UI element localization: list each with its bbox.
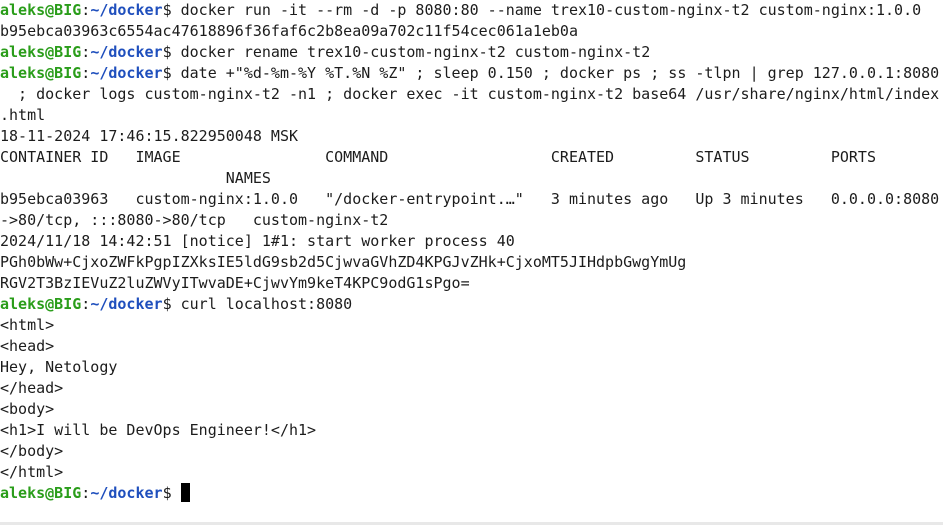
terminal-output-line: b95ebca03963 custom-nginx:1.0.0 "/docker…: [0, 189, 939, 210]
prompt-separator: :: [81, 64, 91, 82]
prompt-user-host: aleks@BIG: [0, 64, 82, 82]
prompt-symbol: $: [162, 295, 181, 313]
terminal-output-line: </head>: [0, 378, 63, 399]
output-text: <head>: [0, 337, 55, 355]
terminal-output-line: <head>: [0, 336, 54, 357]
prompt-path: ~/docker: [90, 295, 163, 313]
terminal-prompt-line: aleks@BIG:~/docker$ docker rename trex10…: [0, 42, 650, 63]
output-text: </head>: [0, 379, 64, 397]
terminal-prompt-line: aleks@BIG:~/docker$ curl localhost:8080: [0, 294, 352, 315]
terminal-prompt-line: aleks@BIG:~/docker$: [0, 483, 190, 504]
output-text: RGV2T3BzIEVuZ2luZWVyITwvaDE+CjwvYm9keT4K…: [0, 274, 470, 292]
prompt-symbol: $: [162, 484, 181, 502]
output-text: </html>: [0, 463, 64, 481]
terminal-output-line: CONTAINER ID IMAGE COMMAND CREATED STATU…: [0, 147, 876, 168]
terminal-output-line: Hey, Netology: [0, 357, 117, 378]
prompt-user-host: aleks@BIG: [0, 484, 82, 502]
output-text: ; docker logs custom-nginx-t2 -n1 ; dock…: [0, 85, 940, 103]
prompt-path: ~/docker: [90, 484, 163, 502]
prompt-path: ~/docker: [90, 43, 163, 61]
terminal-output-line: ->80/tcp, :::8080->80/tcp custom-nginx-t…: [0, 210, 388, 231]
terminal-prompt-line: aleks@BIG:~/docker$ date +"%d-%m-%Y %T.%…: [0, 63, 939, 84]
terminal-window[interactable]: aleks@BIG:~/docker$ docker run -it --rm …: [0, 0, 943, 525]
command-text: docker run -it --rm -d -p 8080:80 --name…: [180, 1, 922, 19]
output-text: <h1>I will be DevOps Engineer!</h1>: [0, 421, 317, 439]
prompt-symbol: $: [162, 64, 181, 82]
output-text: NAMES: [0, 169, 271, 187]
command-text: curl localhost:8080: [180, 295, 353, 313]
terminal-prompt-line: aleks@BIG:~/docker$ docker run -it --rm …: [0, 0, 921, 21]
prompt-separator: :: [81, 1, 91, 19]
prompt-separator: :: [81, 484, 91, 502]
prompt-user-host: aleks@BIG: [0, 1, 82, 19]
terminal-output-line: <html>: [0, 315, 54, 336]
prompt-separator: :: [81, 43, 91, 61]
terminal-output-line: 18-11-2024 17:46:15.822950048 MSK: [0, 126, 298, 147]
prompt-path: ~/docker: [90, 1, 163, 19]
output-text: b95ebca03963c6554ac47618896f36faf6c2b8ea…: [0, 22, 578, 40]
terminal-output-line: </html>: [0, 462, 63, 483]
output-text: CONTAINER ID IMAGE COMMAND CREATED STATU…: [0, 148, 876, 166]
terminal-output-line: <body>: [0, 399, 54, 420]
output-text: 2024/11/18 14:42:51 [notice] 1#1: start …: [0, 232, 515, 250]
terminal-output-line: .html: [0, 105, 45, 126]
output-text: PGh0bWw+CjxoZWFkPgpIZXksIE5ldG9sb2d5Cjwv…: [0, 253, 687, 271]
output-text: 18-11-2024 17:46:15.822950048 MSK: [0, 127, 299, 145]
prompt-symbol: $: [162, 1, 181, 19]
prompt-symbol: $: [162, 43, 181, 61]
command-text: date +"%d-%m-%Y %T.%N %Z" ; sleep 0.150 …: [180, 64, 940, 82]
prompt-separator: :: [81, 295, 91, 313]
output-text: </body>: [0, 442, 64, 460]
prompt-user-host: aleks@BIG: [0, 295, 82, 313]
command-text: docker rename trex10-custom-nginx-t2 cus…: [180, 43, 651, 61]
output-text: <html>: [0, 316, 55, 334]
terminal-cursor[interactable]: [180, 483, 190, 502]
terminal-output-line: PGh0bWw+CjxoZWFkPgpIZXksIE5ldG9sb2d5Cjwv…: [0, 252, 686, 273]
output-text: .html: [0, 106, 46, 124]
prompt-user-host: aleks@BIG: [0, 43, 82, 61]
output-text: ->80/tcp, :::8080->80/tcp custom-nginx-t…: [0, 211, 389, 229]
prompt-path: ~/docker: [90, 64, 163, 82]
terminal-output-line: b95ebca03963c6554ac47618896f36faf6c2b8ea…: [0, 21, 578, 42]
terminal-output-line: </body>: [0, 441, 63, 462]
terminal-output-line: NAMES: [0, 168, 271, 189]
terminal-output-line: <h1>I will be DevOps Engineer!</h1>: [0, 420, 316, 441]
output-text: b95ebca03963 custom-nginx:1.0.0 "/docker…: [0, 190, 940, 208]
terminal-output-line: RGV2T3BzIEVuZ2luZWVyITwvaDE+CjwvYm9keT4K…: [0, 273, 470, 294]
terminal-output-line: 2024/11/18 14:42:51 [notice] 1#1: start …: [0, 231, 515, 252]
terminal-output-line: ; docker logs custom-nginx-t2 -n1 ; dock…: [0, 84, 939, 105]
output-text: <body>: [0, 400, 55, 418]
output-text: Hey, Netology: [0, 358, 118, 376]
